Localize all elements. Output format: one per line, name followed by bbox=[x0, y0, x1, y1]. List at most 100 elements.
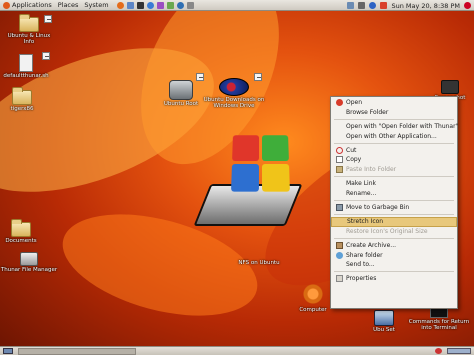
menu-item-label: Make Link bbox=[346, 180, 376, 188]
menu-item-make-link[interactable]: Make Link bbox=[331, 179, 457, 189]
help-launcher-icon[interactable] bbox=[146, 1, 154, 9]
menu-item-label: Rename... bbox=[346, 189, 377, 197]
camera-icon bbox=[441, 80, 459, 94]
menu-separator bbox=[334, 214, 454, 216]
file-manager-icon bbox=[20, 252, 38, 266]
menu-separator bbox=[334, 118, 454, 120]
menu-item-label: Open with "Open Folder with Thunar" bbox=[346, 123, 459, 131]
paste-icon bbox=[336, 166, 343, 174]
clock[interactable]: Sun May 20, 8:38 PM bbox=[391, 2, 460, 10]
blank-icon-slot bbox=[336, 180, 343, 187]
menu-item-label: Restore Icon's Original Size bbox=[346, 227, 428, 235]
menu-item-send-to[interactable]: Send to... bbox=[331, 260, 457, 270]
system-menu[interactable]: System bbox=[84, 1, 108, 9]
icon-label: Thunar File Manager bbox=[0, 267, 58, 273]
menu-item-label: Cut bbox=[346, 146, 357, 154]
trash-applet-icon[interactable] bbox=[435, 348, 442, 354]
update-tray-icon[interactable] bbox=[380, 2, 388, 9]
workspace-switcher[interactable] bbox=[447, 348, 471, 354]
bottom-panel bbox=[0, 346, 474, 355]
menu-item-paste-into-folder: Paste Into Folder bbox=[331, 165, 457, 175]
emblem-icon bbox=[254, 73, 262, 81]
menu-item-open-with-open-folder-with-thunar[interactable]: Open with "Open Folder with Thunar" bbox=[331, 122, 459, 132]
system-tray: Sun May 20, 8:38 PM bbox=[347, 0, 471, 11]
icon-label: Commands for Return into Terminal bbox=[408, 319, 470, 332]
cut-icon bbox=[336, 146, 343, 154]
firefox-launcher-icon[interactable] bbox=[116, 1, 124, 9]
places-menu[interactable]: Places bbox=[58, 1, 79, 9]
menu-item-rename[interactable]: Rename... bbox=[331, 189, 457, 199]
menu-item-stretch-icon[interactable]: Stretch Icon bbox=[331, 216, 457, 227]
menu-separator bbox=[334, 271, 454, 273]
network-icon bbox=[374, 310, 394, 326]
applications-menu-label: Applications bbox=[12, 1, 52, 9]
menu-item-open-with-other-application[interactable]: Open with Other Application... bbox=[331, 131, 457, 141]
folder-icon bbox=[12, 87, 32, 105]
desktop-icon-ubuntu-downloads[interactable]: Ubuntu Downloads on Windows Drive bbox=[202, 78, 266, 109]
icon-label: tigerx86 bbox=[10, 106, 34, 112]
menu-item-share-folder[interactable]: Share folder bbox=[331, 250, 457, 260]
harddrive-icon bbox=[169, 80, 193, 100]
bluetooth-tray-icon[interactable] bbox=[369, 2, 377, 9]
menu-item-move-to-garbage-bin[interactable]: Move to Garbage Bin bbox=[331, 203, 457, 213]
menu-item-browse-folder[interactable]: Browse Folder bbox=[331, 108, 457, 118]
media-launcher-icon[interactable] bbox=[156, 1, 164, 9]
ubuntu-logo-icon bbox=[3, 1, 10, 9]
menu-separator bbox=[334, 237, 454, 239]
icon-label: defaultthunar.sh bbox=[3, 73, 49, 79]
disc-icon bbox=[219, 78, 249, 96]
email-launcher-icon[interactable] bbox=[126, 1, 134, 9]
emblem-icon bbox=[44, 15, 52, 23]
settings-launcher-icon[interactable] bbox=[186, 1, 194, 9]
icon-label: Ubuntu & Linux Info bbox=[7, 33, 51, 46]
share-icon bbox=[336, 251, 343, 259]
menu-item-open[interactable]: Open bbox=[331, 98, 457, 108]
menu-item-label: Paste Into Folder bbox=[346, 166, 397, 174]
menu-item-label: Create Archive... bbox=[346, 241, 397, 249]
network-tray-icon[interactable] bbox=[347, 2, 355, 9]
script-icon bbox=[19, 54, 33, 72]
blank-icon-slot bbox=[336, 133, 343, 140]
launcher-icons bbox=[116, 1, 194, 9]
applications-menu[interactable]: Applications bbox=[3, 1, 52, 9]
menu-item-label: Open bbox=[346, 99, 363, 107]
folder-icon bbox=[19, 14, 39, 32]
web-launcher-icon[interactable] bbox=[176, 1, 184, 9]
desktop-icon-documents[interactable]: Documents bbox=[2, 219, 40, 244]
editor-launcher-icon[interactable] bbox=[166, 1, 174, 9]
power-tray-icon[interactable] bbox=[464, 2, 471, 9]
icon-label: Computer bbox=[299, 307, 327, 313]
blank-icon-slot bbox=[336, 228, 343, 235]
top-panel: Applications Places System Sun May 20, 8… bbox=[0, 0, 474, 11]
folder-icon bbox=[11, 219, 31, 237]
desktop-icon-nfs-ubuntu[interactable]: NFS on Ubuntu bbox=[234, 260, 284, 266]
volume-tray-icon[interactable] bbox=[358, 2, 366, 9]
open-icon bbox=[336, 99, 343, 107]
menu-separator bbox=[334, 142, 454, 144]
computer-icon bbox=[298, 282, 328, 306]
desktop-icon-tiger-x86[interactable]: tigerx86 bbox=[2, 87, 42, 112]
windows-green-pane bbox=[261, 135, 289, 162]
menu-item-cut[interactable]: Cut bbox=[331, 146, 457, 156]
icon-label: Ubuntu Downloads on Windows Drive bbox=[203, 97, 265, 110]
menu-separator bbox=[334, 199, 454, 201]
blank-icon-slot bbox=[336, 190, 343, 197]
menu-item-label: Browse Folder bbox=[346, 108, 389, 116]
menu-item-copy[interactable]: Copy bbox=[331, 155, 457, 165]
menu-item-label: Copy bbox=[346, 156, 362, 164]
context-menu: Open Browse Folder Open with "Open Folder … bbox=[330, 96, 458, 309]
windows-yellow-pane bbox=[262, 163, 290, 192]
show-desktop-icon[interactable] bbox=[3, 348, 13, 354]
menu-item-label: Share folder bbox=[346, 251, 383, 259]
blank-icon-slot bbox=[336, 109, 343, 116]
desktop-icon-thunar[interactable]: Thunar File Manager bbox=[0, 252, 58, 273]
menu-item-create-archive[interactable]: Create Archive... bbox=[331, 241, 457, 251]
desktop-icon-ubuntu-set[interactable]: Ubu Set bbox=[366, 310, 402, 333]
terminal-launcher-icon[interactable] bbox=[136, 1, 144, 9]
desktop-icon-ubuntu-root[interactable]: Ubuntu Root bbox=[160, 80, 202, 107]
icon-label: NFS on Ubuntu bbox=[238, 260, 280, 266]
icon-label: Documents bbox=[5, 238, 37, 244]
menu-item-properties[interactable]: Properties bbox=[331, 274, 457, 284]
blank-icon-slot bbox=[337, 218, 344, 225]
taskbar-button[interactable] bbox=[18, 348, 136, 355]
